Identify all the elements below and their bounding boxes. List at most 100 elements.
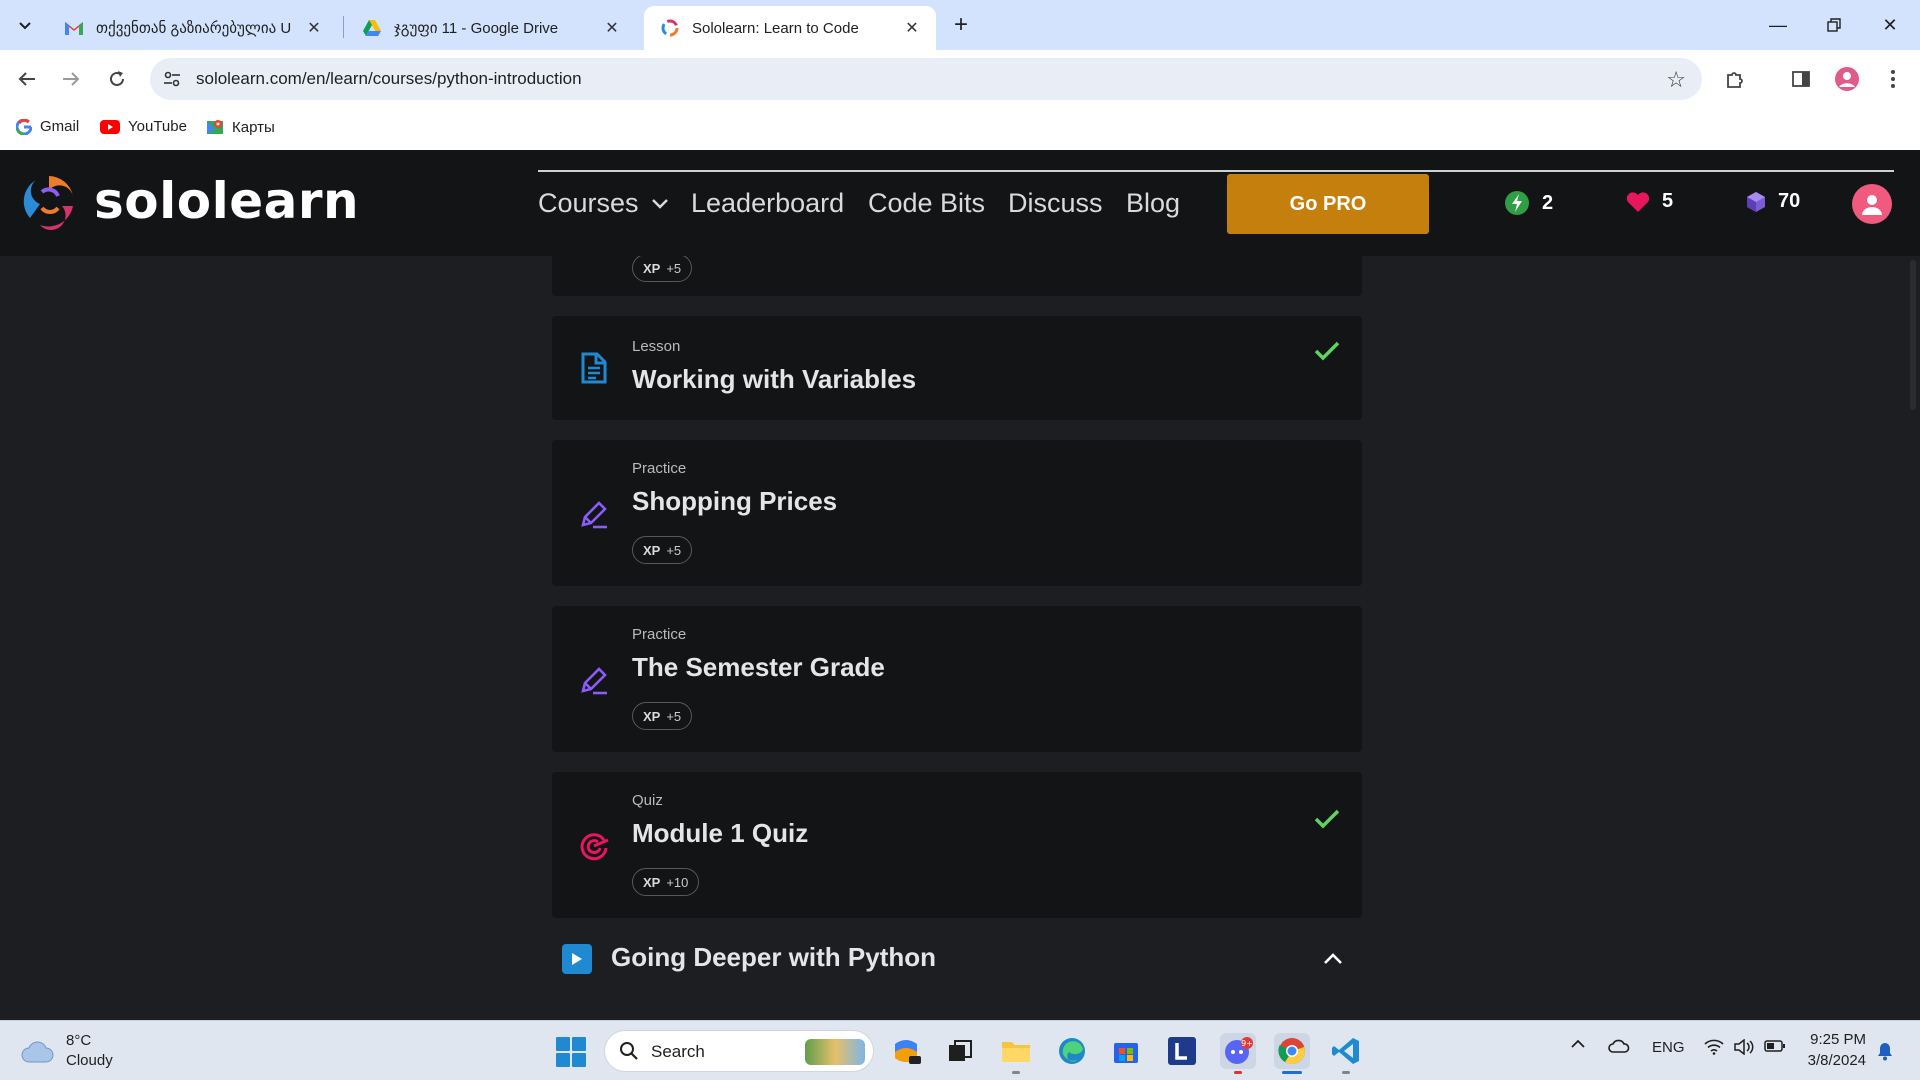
edge-app[interactable] <box>1054 1033 1090 1069</box>
copilot-icon <box>895 1040 921 1064</box>
sololearn-icon <box>660 18 680 38</box>
taskbar-search[interactable]: Search <box>604 1030 874 1072</box>
close-icon[interactable]: ✕ <box>304 18 324 38</box>
back-button[interactable] <box>12 64 42 94</box>
arrow-right-icon <box>63 72 80 86</box>
browser-toolbar: sololearn.com/en/learn/courses/python-in… <box>0 50 1920 108</box>
profile-button[interactable] <box>1832 64 1862 94</box>
chevron-down-icon <box>19 22 31 30</box>
completed-check-icon <box>1312 804 1342 834</box>
chevron-up-icon[interactable] <box>1318 944 1348 974</box>
puzzle-icon <box>1727 72 1743 88</box>
hearts-counter[interactable]: 5 <box>1626 190 1673 213</box>
microsoft-store-app[interactable] <box>1108 1033 1144 1069</box>
nav-blog[interactable]: Blog <box>1126 188 1180 219</box>
running-indicator <box>1342 1071 1350 1074</box>
chevron-up-icon <box>1571 1039 1585 1048</box>
reload-button[interactable] <box>102 64 132 94</box>
google-maps-icon <box>206 118 224 136</box>
battery-tray[interactable] <box>1764 1039 1786 1053</box>
restore-button[interactable] <box>1814 10 1854 40</box>
tab-sololearn[interactable]: Sololearn: Learn to Code ✕ <box>644 6 936 50</box>
task-view-app[interactable] <box>942 1033 978 1069</box>
nav-code-bits[interactable]: Code Bits <box>868 188 985 219</box>
side-panel-button[interactable] <box>1786 64 1816 94</box>
lesson-document-icon <box>578 352 610 384</box>
nav-discuss[interactable]: Discuss <box>1008 188 1103 219</box>
edge-icon <box>1059 1038 1085 1064</box>
store-icon <box>1114 1043 1138 1063</box>
practice-card[interactable]: Practice Shopping Prices XP +5 <box>552 440 1362 586</box>
tab-title: თქვენთან გაზიარებულია U <box>96 20 292 37</box>
practice-card[interactable]: Practice The Semester Grade XP +5 <box>552 606 1362 752</box>
notifications-button[interactable] <box>1876 1041 1894 1061</box>
quiz-target-icon <box>578 830 610 862</box>
practice-pencil-icon <box>578 498 610 530</box>
weather-condition: Cloudy <box>66 1052 113 1069</box>
gems-counter[interactable]: 70 <box>1746 190 1800 213</box>
l-app[interactable] <box>1164 1033 1200 1069</box>
wifi-icon <box>1704 1039 1724 1055</box>
lesson-type: Lesson <box>632 338 681 355</box>
close-icon[interactable]: ✕ <box>602 18 622 38</box>
search-highlight-image <box>805 1039 865 1065</box>
close-window-button[interactable]: ✕ <box>1870 10 1910 40</box>
tab-google-drive[interactable]: ჯგუფი 11 - Google Drive ✕ <box>346 6 636 50</box>
bookmark-star-icon[interactable]: ☆ <box>1666 67 1686 93</box>
xp-badge: XP +5 <box>632 254 693 282</box>
copilot-app[interactable] <box>888 1033 924 1069</box>
quiz-card[interactable]: Quiz Module 1 Quiz XP +10 <box>552 772 1362 918</box>
site-info-icon[interactable] <box>162 69 182 89</box>
onedrive-tray[interactable] <box>1608 1039 1630 1053</box>
bookmark-youtube[interactable]: YouTube <box>100 118 187 135</box>
lesson-type: Practice <box>632 460 687 477</box>
module-title: Going Deeper with Python <box>611 942 937 972</box>
new-tab-button[interactable]: + <box>946 11 976 38</box>
nav-leaderboard[interactable]: Leaderboard <box>691 188 844 219</box>
forward-button[interactable] <box>56 64 86 94</box>
completed-check-icon <box>1312 336 1342 366</box>
weather-widget[interactable]: 8°C Cloudy <box>20 1031 113 1071</box>
system-clock[interactable]: 9:25 PM 3/8/2024 <box>1800 1029 1866 1071</box>
speaker-icon <box>1734 1039 1754 1055</box>
page-scrollbar[interactable] <box>1910 260 1916 410</box>
close-icon[interactable]: ✕ <box>902 18 922 38</box>
tab-separator <box>343 16 344 38</box>
google-icon <box>16 118 32 135</box>
address-bar[interactable]: sololearn.com/en/learn/courses/python-in… <box>150 58 1702 100</box>
bookmark-label: YouTube <box>128 118 187 135</box>
bookmark-maps[interactable]: Карты <box>206 118 275 136</box>
lesson-card[interactable]: Lesson Working with Variables <box>552 316 1362 420</box>
wifi-tray[interactable] <box>1704 1039 1724 1055</box>
extensions-button[interactable] <box>1720 64 1750 94</box>
bookmark-gmail[interactable]: Gmail <box>16 118 79 135</box>
user-avatar[interactable] <box>1852 184 1892 224</box>
youtube-icon <box>100 119 120 134</box>
discord-app[interactable]: 9+ <box>1220 1033 1256 1069</box>
header-divider <box>538 170 1894 172</box>
heart-icon <box>1626 191 1650 213</box>
language-indicator[interactable]: ENG <box>1652 1039 1685 1056</box>
lesson-type: Practice <box>632 626 687 643</box>
streak-counter[interactable]: 2 <box>1504 190 1553 216</box>
module-section-header[interactable]: Going Deeper with Python <box>552 922 1362 992</box>
windows-logo-icon <box>556 1037 570 1051</box>
sololearn-logo[interactable]: sololearn <box>18 170 359 232</box>
bookmark-label: Gmail <box>40 118 80 135</box>
minimize-button[interactable]: — <box>1758 10 1798 40</box>
go-pro-button[interactable]: Go PRO <box>1227 174 1429 234</box>
gem-cube-icon <box>1746 191 1766 213</box>
browser-menu-button[interactable] <box>1878 64 1908 94</box>
url-text: sololearn.com/en/learn/courses/python-in… <box>196 69 582 88</box>
show-hidden-icons-button[interactable] <box>1570 1039 1586 1049</box>
start-button[interactable] <box>556 1037 586 1067</box>
running-indicator <box>1012 1071 1020 1074</box>
tab-search-button[interactable] <box>10 12 40 38</box>
file-explorer-app[interactable] <box>998 1033 1034 1069</box>
tab-gmail[interactable]: თქვენთან გაზიარებულია U ✕ <box>48 6 338 50</box>
chrome-app[interactable] <box>1274 1033 1310 1069</box>
clock-time: 9:25 PM <box>1810 1031 1866 1048</box>
volume-tray[interactable] <box>1734 1039 1754 1055</box>
vscode-app[interactable] <box>1328 1033 1364 1069</box>
nav-courses[interactable]: Courses <box>538 188 669 219</box>
